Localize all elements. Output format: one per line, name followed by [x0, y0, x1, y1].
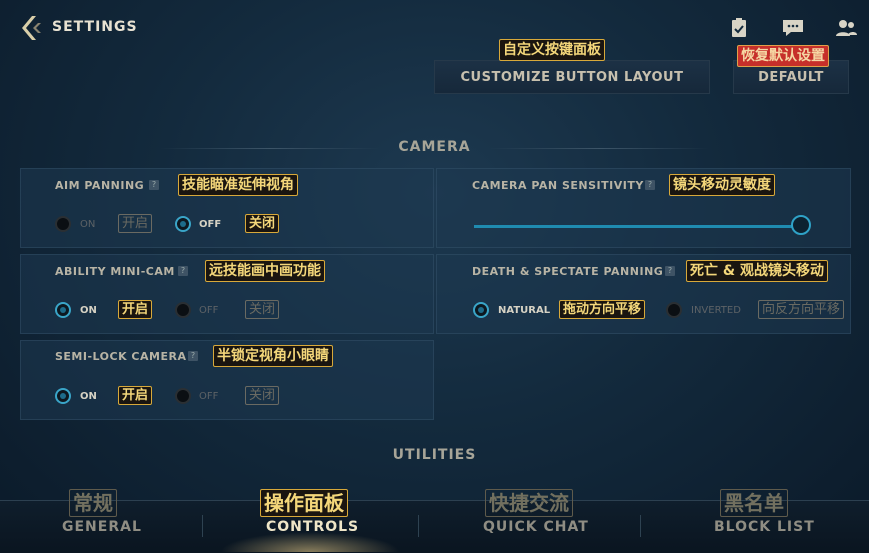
death-spectate-tag: 死亡 & 观战镜头移动 — [686, 260, 828, 282]
aim-panning-label: AIM PANNING — [55, 179, 145, 192]
inverted-radio[interactable] — [666, 302, 682, 318]
pan-sensitivity-slider-handle[interactable] — [791, 215, 811, 235]
inverted-tag: 向反方向平移 — [758, 300, 845, 319]
missions-checklist-icon[interactable] — [727, 17, 751, 39]
nav-divider — [202, 515, 203, 537]
natural-label: NATURAL — [498, 305, 551, 316]
help-icon[interactable]: ? — [188, 351, 198, 361]
default-tag: 恢复默认设置 — [737, 45, 829, 67]
semi-lock-on-label: ON — [80, 391, 97, 402]
tab-quick-chat[interactable]: QUICK CHAT — [483, 519, 589, 535]
aim-panning-on-label: ON — [80, 219, 96, 230]
nav-general-tag: 常规 — [69, 489, 117, 517]
aim-panning-off-label: OFF — [199, 219, 222, 230]
ability-mini-cam-off-label: OFF — [199, 305, 219, 316]
nav-controls-tag: 操作面板 — [260, 489, 348, 517]
chat-icon[interactable] — [781, 17, 805, 39]
section-divider — [489, 148, 709, 149]
aim-panning-off-tag: 关闭 — [245, 214, 280, 233]
ability-mini-cam-on-label: ON — [80, 305, 97, 316]
ability-mini-cam-on-tag: 开启 — [118, 300, 153, 319]
semi-lock-camera-tag: 半锁定视角小眼睛 — [213, 345, 333, 367]
ability-mini-cam-tag: 远技能画中画功能 — [205, 260, 325, 282]
semi-lock-camera-label: SEMI-LOCK CAMERA — [55, 350, 187, 363]
nav-block-list-tag: 黑名单 — [720, 489, 788, 517]
inverted-label: INVERTED — [691, 305, 741, 316]
ability-mini-cam-on-radio[interactable] — [55, 302, 71, 318]
help-icon[interactable]: ? — [178, 266, 188, 276]
pan-sensitivity-slider-track[interactable] — [474, 225, 794, 228]
semi-lock-off-tag: 关闭 — [245, 386, 280, 405]
ability-mini-cam-off-tag: 关闭 — [245, 300, 280, 319]
ability-mini-cam-off-radio[interactable] — [175, 302, 191, 318]
death-spectate-label: DEATH & SPECTATE PANNING — [472, 265, 664, 278]
pan-sensitivity-label: CAMERA PAN SENSITIVITY — [472, 179, 644, 192]
semi-lock-on-tag: 开启 — [118, 386, 153, 405]
camera-section-title: CAMERA — [398, 139, 471, 155]
aim-panning-tag: 技能瞄准延伸视角 — [178, 174, 298, 196]
active-tab-glow — [220, 532, 400, 552]
camera-section-header: CAMERA — [0, 139, 869, 155]
friends-icon[interactable] — [834, 17, 858, 39]
aim-panning-on-radio[interactable] — [55, 216, 71, 232]
tab-block-list[interactable]: BLOCK LIST — [714, 519, 815, 535]
semi-lock-on-radio[interactable] — [55, 388, 71, 404]
help-icon[interactable]: ? — [645, 180, 655, 190]
semi-lock-off-radio[interactable] — [175, 388, 191, 404]
pan-sensitivity-tag: 镜头移动灵敏度 — [669, 174, 775, 196]
aim-panning-on-tag: 开启 — [118, 214, 153, 233]
help-icon[interactable]: ? — [149, 180, 159, 190]
back-arrow-icon[interactable] — [18, 14, 44, 42]
nav-quick-chat-tag: 快捷交流 — [485, 489, 573, 517]
customize-tag: 自定义按键面板 — [499, 39, 605, 61]
help-icon[interactable]: ? — [665, 266, 675, 276]
natural-tag: 拖动方向平移 — [559, 300, 646, 319]
ability-mini-cam-label: ABILITY MINI-CAM — [55, 265, 175, 278]
default-button-label: DEFAULT — [758, 69, 824, 85]
nav-divider — [640, 515, 641, 537]
natural-radio[interactable] — [473, 302, 489, 318]
nav-divider — [418, 515, 419, 537]
tab-controls[interactable]: CONTROLS — [266, 519, 359, 535]
page-title: SETTINGS — [52, 19, 138, 35]
semi-lock-off-label: OFF — [199, 391, 219, 402]
customize-button-label: CUSTOMIZE BUTTON LAYOUT — [460, 69, 684, 85]
section-divider — [160, 148, 380, 149]
tab-general[interactable]: GENERAL — [62, 519, 142, 535]
aim-panning-off-radio[interactable] — [175, 216, 191, 232]
customize-button-layout-button[interactable]: CUSTOMIZE BUTTON LAYOUT — [434, 60, 710, 94]
utilities-section-header: UTILITIES — [0, 447, 869, 463]
utilities-section-title: UTILITIES — [392, 447, 477, 463]
